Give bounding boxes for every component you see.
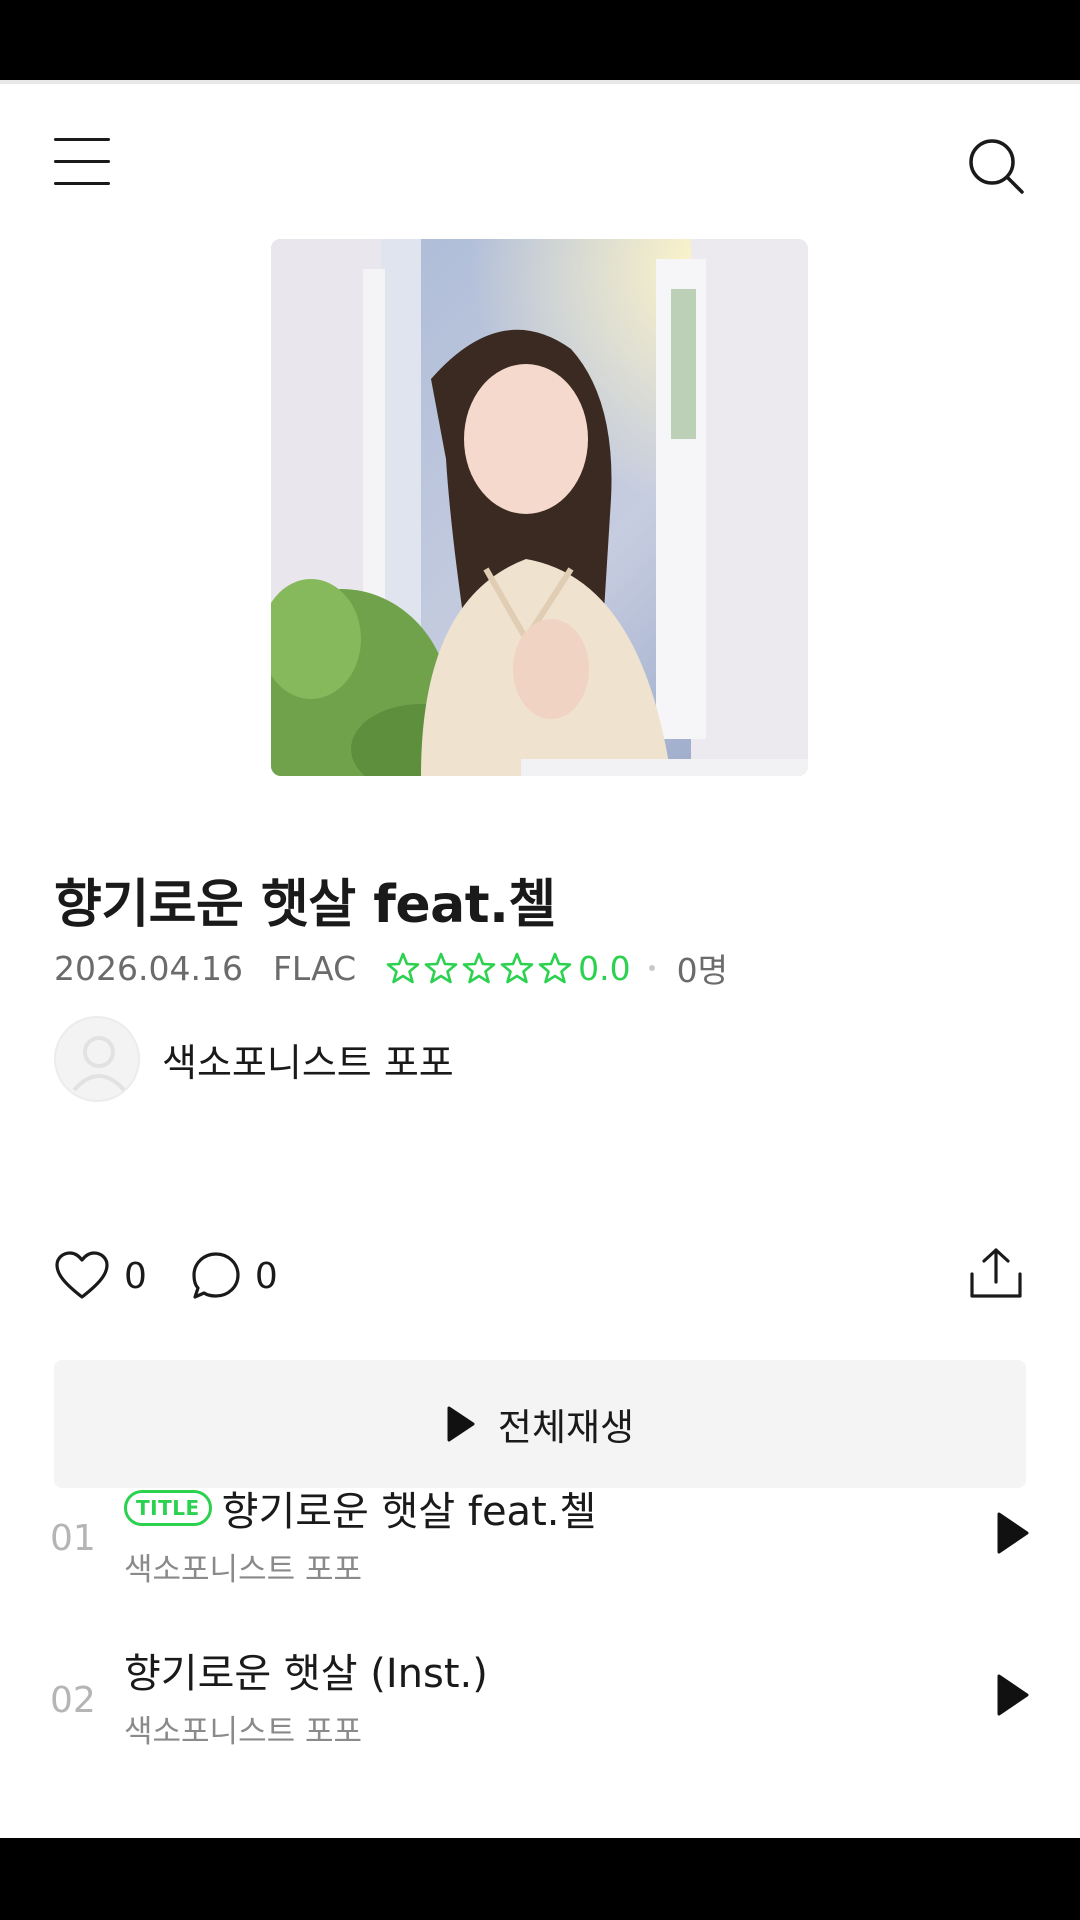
track-row[interactable]: 01 TITLE 향기로운 햇살 feat.첼 색소포니스트 포포 [0,1478,1080,1608]
rating-count: 0명 [676,951,728,990]
like-button[interactable]: 0 [54,1251,147,1301]
user-icon [72,1036,126,1092]
track-title-wrap: 향기로운 햇살 (Inst.) [124,1640,488,1700]
search-icon [969,139,1024,194]
track-number: 01 [50,1518,96,1559]
rating-value: 0.0 [578,948,631,988]
album-meta: 2026.04.16 FLAC 0.0 0명 [54,946,728,991]
title-badge: TITLE [124,1490,212,1526]
star-outline-icon [538,952,572,984]
play-all-button[interactable]: 전체재생 [54,1360,1026,1488]
comment-button[interactable]: 0 [191,1251,278,1301]
album-page: 향기로운 햇살 feat.첼 2026.04.16 FLAC 0.0 0명 색소… [0,80,1080,1838]
star-outline-icon [462,952,496,984]
comment-count: 0 [254,1255,278,1297]
audio-format: FLAC [272,948,357,988]
album-cover [271,239,808,776]
track-title-wrap: TITLE 향기로운 햇살 feat.첼 [124,1478,596,1538]
avatar [54,1016,140,1102]
track-row[interactable]: 02 향기로운 햇살 (Inst.) 색소포니스트 포포 [0,1640,1080,1770]
menu-button[interactable] [54,138,112,188]
star-outline-icon [500,952,534,984]
play-icon[interactable] [995,1672,1031,1718]
release-date: 2026.04.16 [54,948,243,988]
search-button[interactable] [966,136,1026,196]
star-outline-icon [386,952,420,984]
play-all-label: 전체재생 [497,1406,635,1449]
artist-name: 색소포니스트 포포 [162,1040,454,1085]
comment-icon [192,1252,240,1299]
play-icon [447,1406,475,1442]
artist-link[interactable]: 색소포니스트 포포 [54,1016,454,1102]
share-button[interactable] [968,1246,1024,1302]
play-icon[interactable] [995,1510,1031,1556]
separator-dot [648,965,655,971]
menu-icon-line [54,182,110,185]
menu-icon-line [54,138,110,141]
rating-stars[interactable] [386,951,576,985]
track-title: 향기로운 햇살 feat.첼 [221,1489,597,1535]
track-number: 02 [50,1680,96,1721]
star-outline-icon [424,952,458,984]
track-artist: 색소포니스트 포포 [124,1714,363,1750]
like-count: 0 [124,1255,147,1297]
track-artist: 색소포니스트 포포 [124,1552,363,1588]
menu-icon-line [54,160,110,163]
status-bar [0,0,1080,80]
share-icon [970,1248,1022,1298]
navigation-bar [0,1838,1080,1920]
heart-icon [55,1251,109,1299]
track-title: 향기로운 햇살 (Inst.) [124,1651,488,1697]
album-title: 향기로운 햇살 feat.첼 [54,875,556,935]
action-bar: 0 0 [54,1246,322,1306]
